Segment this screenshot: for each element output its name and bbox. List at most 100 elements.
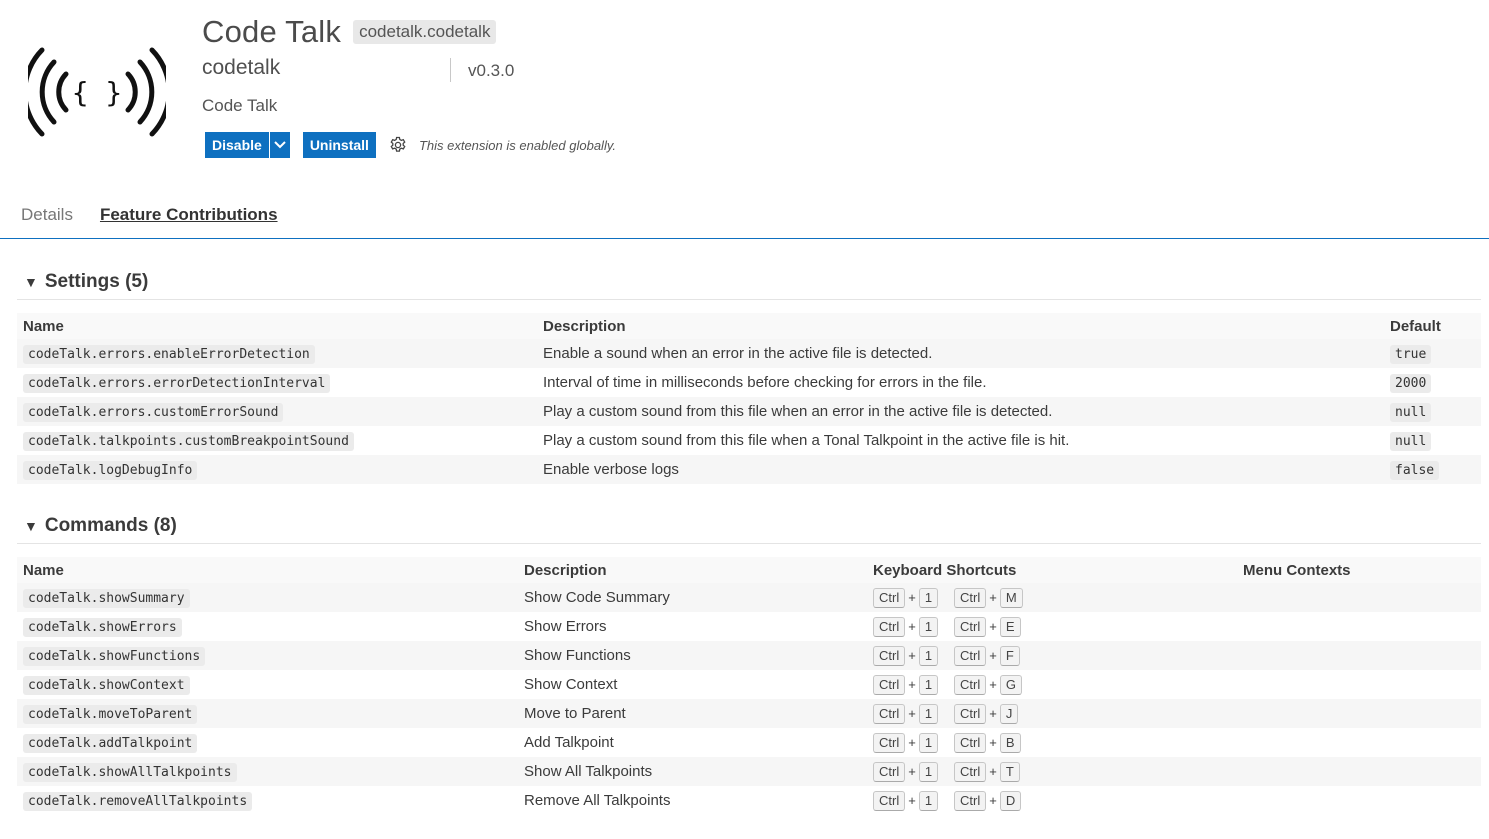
settings-table: Name Description Default codeTalk.errors… — [17, 313, 1481, 484]
disable-dropdown-button[interactable] — [269, 132, 290, 158]
column-header-description: Description — [537, 313, 1384, 339]
setting-default-cell: false — [1384, 455, 1481, 484]
tab-details[interactable]: Details — [21, 205, 73, 229]
setting-name: codeTalk.errors.errorDetectionInterval — [23, 374, 331, 393]
key-cap: J — [999, 703, 1019, 724]
key-cap: Ctrl — [954, 587, 987, 608]
key-plus: + — [989, 763, 997, 779]
key-plus: + — [989, 589, 997, 605]
settings-section-header[interactable]: ▼ Settings (5) — [24, 271, 148, 293]
setting-name: codeTalk.talkpoints.customBreakpointSoun… — [23, 432, 354, 451]
command-name-cell: codeTalk.showContext — [17, 670, 518, 699]
table-row: codeTalk.showAllTalkpoints Show All Talkp… — [17, 757, 1481, 786]
table-row: codeTalk.showContext Show Context Ctrl +1 Ct… — [17, 670, 1481, 699]
table-row: codeTalk.errors.errorDetectionInterval In… — [17, 368, 1481, 397]
menu-contexts-cell — [1237, 583, 1481, 612]
keyboard-shortcut-cell: Ctrl +1 Ctrl + J — [867, 699, 1237, 728]
keyboard-shortcut-cell: Ctrl +1 Ctrl + M — [867, 583, 1237, 612]
key-plus: + — [989, 705, 997, 721]
command-name-cell: codeTalk.moveToParent — [17, 699, 518, 728]
chevron-down-icon — [274, 141, 286, 149]
divider — [450, 58, 451, 82]
setting-name-cell: codeTalk.errors.errorDetectionInterval — [17, 368, 537, 397]
setting-description: Enable verbose logs — [537, 455, 1384, 484]
table-row: codeTalk.showFunctions Show Functions Ctrl… — [17, 641, 1481, 670]
setting-default-cell: null — [1384, 397, 1481, 426]
key-cap: Ctrl — [873, 645, 906, 666]
setting-description: Play a custom sound from this file when … — [543, 432, 1070, 449]
key-cap: Ctrl — [873, 732, 906, 753]
key-cap: 1 — [918, 587, 939, 608]
key-cap: G — [999, 674, 1022, 695]
command-name: codeTalk.moveToParent — [23, 705, 198, 724]
extension-header: { } Code Talk codetalk.codetalk codetalk… — [0, 0, 1489, 180]
version-label: v0.3.0 — [468, 61, 515, 80]
commands-section-title: Commands (8) — [44, 515, 177, 536]
command-description: Show Code Summary — [518, 583, 867, 612]
key-cap: 1 — [918, 790, 939, 811]
tab-bar: Details Feature Contributions — [21, 205, 305, 229]
setting-description: Play a custom sound from this file when … — [537, 397, 1384, 426]
key-plus: + — [908, 589, 916, 605]
commands-table: Name Description Keyboard Shortcuts Menu… — [17, 557, 1481, 815]
key-cap: Ctrl — [954, 674, 987, 695]
key-plus: + — [908, 676, 916, 692]
column-header-menu-contexts: Menu Contexts — [1237, 557, 1481, 583]
menu-contexts-cell — [1237, 670, 1481, 699]
command-description: Move to Parent — [518, 699, 867, 728]
table-header-row: Name Description Default — [17, 313, 1481, 339]
key-cap: E — [999, 616, 1021, 637]
table-header-row: Name Description Keyboard Shortcuts Menu… — [17, 557, 1481, 583]
triangle-down-icon: ▼ — [24, 518, 38, 534]
key-cap: Ctrl — [873, 616, 906, 637]
commands-section-header[interactable]: ▼ Commands (8) — [24, 515, 177, 537]
key-cap: D — [999, 790, 1022, 811]
key-cap: Ctrl — [873, 587, 906, 608]
divider — [17, 299, 1481, 300]
extension-identifier: codetalk.codetalk — [353, 20, 497, 44]
uninstall-button[interactable]: Uninstall — [302, 132, 376, 158]
triangle-down-icon: ▼ — [24, 274, 38, 290]
key-cap: B — [999, 732, 1021, 753]
menu-contexts-cell — [1237, 728, 1481, 757]
key-plus: + — [908, 647, 916, 663]
setting-name: codeTalk.logDebugInfo — [23, 461, 198, 480]
setting-default-cell: 2000 — [1384, 368, 1481, 397]
publisher-link[interactable]: codetalk — [202, 56, 280, 80]
command-description: Remove All Talkpoints — [524, 792, 671, 809]
key-cap: 1 — [918, 732, 939, 753]
table-row: codeTalk.moveToParent Move to Parent Ctrl +… — [17, 699, 1481, 728]
tab-underline — [0, 238, 1489, 239]
title-row: Code Talk codetalk.codetalk — [202, 14, 497, 50]
setting-name-cell: codeTalk.errors.customErrorSound — [17, 397, 537, 426]
setting-default: null — [1390, 432, 1432, 451]
menu-contexts-cell — [1237, 757, 1481, 786]
command-description: Show All Talkpoints — [518, 757, 867, 786]
key-cap: Ctrl — [873, 703, 906, 724]
command-name-cell: codeTalk.addTalkpoint — [17, 728, 518, 757]
key-cap: Ctrl — [873, 674, 906, 695]
setting-description: Enable a sound when an error in the acti… — [537, 339, 1384, 368]
key-plus: + — [908, 705, 916, 721]
column-header-name: Name — [17, 313, 537, 339]
disable-button[interactable]: Disable — [205, 132, 269, 158]
key-cap: 1 — [918, 761, 939, 782]
setting-name: codeTalk.errors.customErrorSound — [23, 403, 284, 422]
column-header-description: Description — [518, 557, 867, 583]
key-cap: Ctrl — [954, 732, 987, 753]
keyboard-shortcut-cell: Ctrl +1 Ctrl + T — [867, 757, 1237, 786]
command-name-cell: codeTalk.showFunctions — [17, 641, 518, 670]
key-cap: Ctrl — [954, 761, 987, 782]
key-cap: Ctrl — [954, 616, 987, 637]
command-name-cell: codeTalk.showErrors — [17, 612, 518, 641]
menu-contexts-cell — [1237, 786, 1481, 815]
key-plus: + — [908, 763, 916, 779]
gear-icon[interactable] — [388, 135, 408, 155]
command-name: codeTalk.removeAllTalkpoints — [23, 792, 253, 811]
key-plus: + — [908, 792, 916, 808]
key-cap: Ctrl — [954, 703, 987, 724]
key-cap: F — [999, 645, 1020, 666]
tab-feature-contributions[interactable]: Feature Contributions — [100, 205, 278, 229]
column-header-name: Name — [17, 557, 518, 583]
table-row: codeTalk.logDebugInfo Enable verbose logs… — [17, 455, 1481, 484]
